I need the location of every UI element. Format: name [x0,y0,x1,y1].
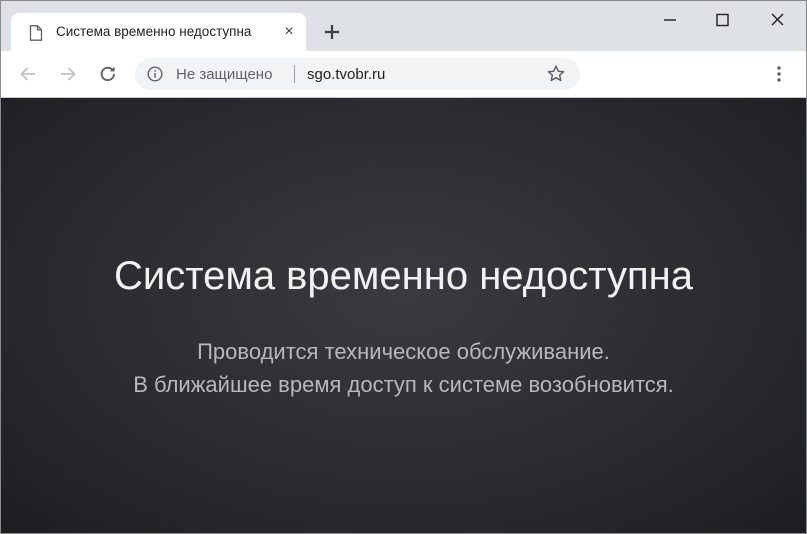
address-bar[interactable]: Не защищено sgo.tvobr.ru [135,58,580,90]
page-content: Система временно недоступна Проводится т… [1,98,806,533]
reload-icon[interactable] [97,63,119,85]
arrow-right-icon[interactable] [57,63,79,85]
close-icon[interactable] [762,9,792,31]
tab-close-button[interactable]: × [281,24,297,40]
tab-title: Система временно недоступна [56,24,252,39]
page-headline: Система временно недоступна [113,254,694,298]
browser-window: Система временно недоступна × Не защищен… [0,0,807,534]
maintenance-message-line-2: В ближайшее время доступ к системе возоб… [133,372,674,397]
address-divider [294,65,295,83]
vertical-dots-icon[interactable] [769,64,789,84]
arrow-left-icon[interactable] [17,63,39,85]
document-icon [29,25,43,41]
maintenance-message-line-1: Проводится техническое обслуживание. [197,339,610,364]
url-text[interactable]: sgo.tvobr.ru [307,66,385,83]
browser-toolbar: Не защищено sgo.tvobr.ru [1,51,806,98]
maximize-icon[interactable] [707,9,737,31]
minimize-icon[interactable] [655,9,685,31]
browser-tab[interactable]: Система временно недоступна × [11,13,306,51]
star-icon[interactable] [546,64,566,84]
plus-icon[interactable] [321,21,343,43]
security-label[interactable]: Не защищено [176,66,272,83]
tab-strip: Система временно недоступна × [1,1,806,51]
info-icon[interactable] [147,66,163,82]
